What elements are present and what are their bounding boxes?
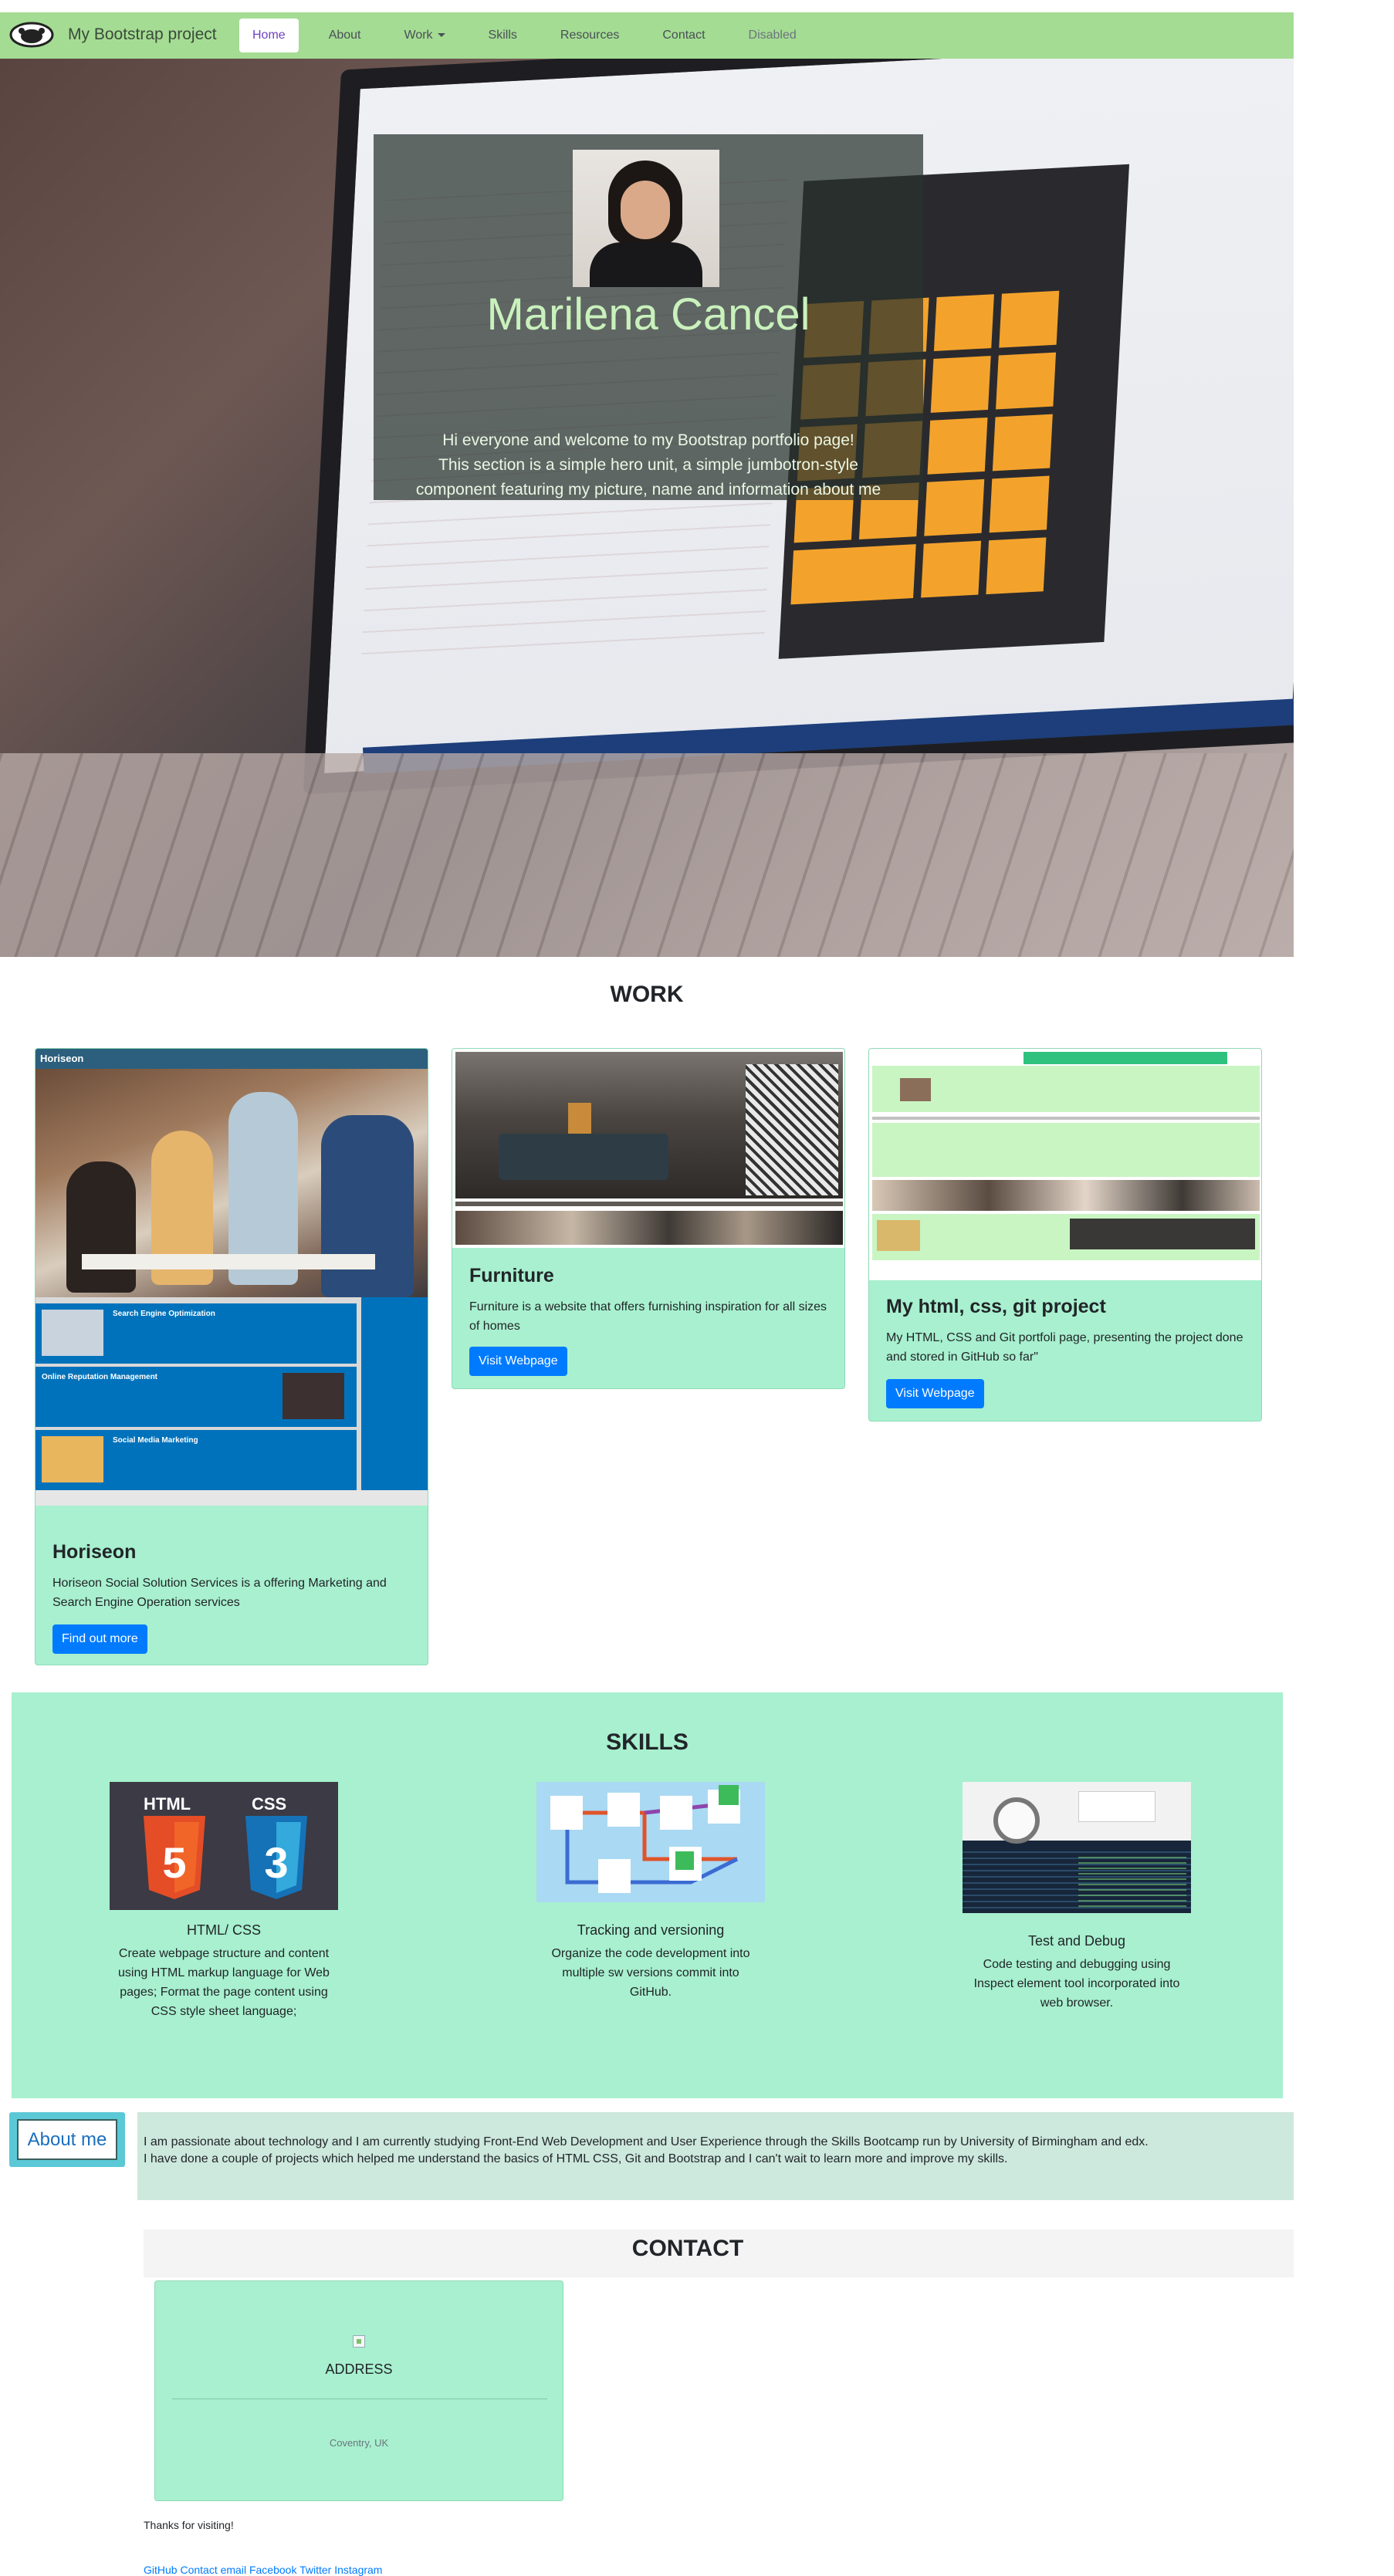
hero-background-keyboard xyxy=(0,753,1294,957)
skills-section: SKILLS HTML CSS 5 3 HTML/ CSS Create web… xyxy=(12,1692,1283,2098)
brand-link[interactable]: My Bootstrap project xyxy=(68,25,217,44)
css3-shield-icon: 3 xyxy=(245,1816,307,1899)
card-text: Furniture is a website that offers furni… xyxy=(469,1300,827,1333)
footer-link-facebook[interactable]: Facebook xyxy=(249,2564,296,2576)
nav-disabled: Disabled xyxy=(748,29,797,42)
debug-screenshot-image xyxy=(963,1782,1191,1913)
skills-heading: SKILLS xyxy=(606,1729,689,1755)
css-logo-label: CSS xyxy=(252,1794,287,1814)
hero-intro-line: This section is a simple hero unit, a si… xyxy=(438,456,858,474)
card-title: Furniture xyxy=(469,1265,554,1286)
footer-links: GitHub Contact email Facebook Twitter In… xyxy=(144,2564,382,2576)
footer-link-twitter[interactable]: Twitter xyxy=(299,2564,331,2576)
work-card-portfolio: My html, css, git project My HTML, CSS a… xyxy=(868,1048,1262,1422)
horiseon-preview-block-title: Search Engine Optimization xyxy=(113,1310,215,1318)
html-logo-label: HTML xyxy=(144,1794,191,1814)
address-card: ADDRESS Coventry, UK xyxy=(154,2280,563,2501)
visit-webpage-button[interactable]: Visit Webpage xyxy=(469,1347,567,1376)
broken-image-icon xyxy=(353,2335,365,2348)
skill-title: Tracking and versioning xyxy=(577,1922,725,1938)
footer-link-email[interactable]: email xyxy=(221,2564,246,2576)
profile-photo xyxy=(573,150,719,287)
html5-shield-icon: 5 xyxy=(144,1816,205,1899)
hero-intro: Hi everyone and welcome to my Bootstrap … xyxy=(374,428,923,502)
about-text: I am passionate about technology and I a… xyxy=(144,2134,1286,2168)
footer-link-instagram[interactable]: Instagram xyxy=(334,2564,382,2576)
horiseon-preview-header: Horiseon xyxy=(36,1049,428,1069)
about-text-line: I am passionate about technology and I a… xyxy=(144,2135,1149,2148)
hero-section: Marilena Cancel Hi everyone and welcome … xyxy=(0,59,1294,957)
hero-intro-line: component featuring my picture, name and… xyxy=(415,481,881,499)
find-out-more-button[interactable]: Find out more xyxy=(52,1624,147,1654)
address-title: ADDRESS xyxy=(325,2361,393,2377)
nav-work-dropdown[interactable]: Work xyxy=(391,19,458,52)
horiseon-preview-body: Search Engine Optimization Online Reputa… xyxy=(36,1297,428,1490)
work-card-horiseon: Horiseon Search Engine Optimization Onli… xyxy=(35,1048,428,1665)
html-css-logo-image: HTML CSS 5 3 xyxy=(110,1782,338,1910)
contact-heading-bar: CONTACT xyxy=(144,2229,1294,2277)
svg-text:5: 5 xyxy=(162,1838,186,1887)
work-card-furniture: Furniture Furniture is a website that of… xyxy=(452,1048,845,1389)
versioning-diagram-image xyxy=(536,1782,765,1902)
visit-webpage-button[interactable]: Visit Webpage xyxy=(886,1379,984,1408)
nav-work-label: Work xyxy=(404,29,433,42)
card-text: Horiseon Social Solution Services is a o… xyxy=(52,1577,387,1609)
hero-intro-line: Hi everyone and welcome to my Bootstrap … xyxy=(442,431,854,449)
skill-text: Organize the code development into multi… xyxy=(551,1947,750,1999)
hero-name: Marilena Cancel xyxy=(486,289,810,340)
about-me-button-frame: About me xyxy=(9,2112,125,2167)
card-text: My HTML, CSS and Git portfoli page, pres… xyxy=(886,1331,1243,1364)
skill-text: Code testing and debugging using Inspect… xyxy=(973,1958,1180,2010)
horiseon-preview-hero xyxy=(36,1069,428,1297)
thanks-text: Thanks for visiting! xyxy=(144,2519,234,2531)
horiseon-preview-image: Horiseon Search Engine Optimization Onli… xyxy=(36,1049,428,1520)
about-me-button[interactable]: About me xyxy=(17,2119,117,2160)
nav-home[interactable]: Home xyxy=(239,19,299,52)
furniture-preview-image xyxy=(452,1049,844,1248)
card-title: My html, css, git project xyxy=(886,1296,1106,1317)
address-value: Coventry, UK xyxy=(329,2437,389,2449)
horiseon-preview-block-title: Online Reputation Management xyxy=(42,1373,158,1381)
nav-menu: Home About Work Skills Resources Contact… xyxy=(239,19,827,52)
svg-text:3: 3 xyxy=(264,1838,288,1887)
about-text-box: I am passionate about technology and I a… xyxy=(137,2112,1294,2200)
nav-about[interactable]: About xyxy=(316,19,374,52)
navbar: My Bootstrap project Home About Work Ski… xyxy=(0,12,1294,59)
portfolio-preview-image xyxy=(869,1049,1261,1280)
work-heading: WORK xyxy=(610,982,684,1007)
skill-text: Create webpage structure and content usi… xyxy=(118,1947,330,2018)
contact-heading: CONTACT xyxy=(631,2236,744,2261)
skill-title: Test and Debug xyxy=(1027,1933,1126,1949)
footer-link-github[interactable]: GitHub xyxy=(144,2564,178,2576)
nav-skills[interactable]: Skills xyxy=(475,19,530,52)
horiseon-preview-block-title: Social Media Marketing xyxy=(113,1436,198,1445)
skill-title: HTML/ CSS xyxy=(186,1922,261,1938)
footer-link-contact[interactable]: Contact xyxy=(180,2564,217,2576)
brand-logo-icon[interactable] xyxy=(9,20,54,49)
card-title: Horiseon xyxy=(52,1541,137,1563)
nav-resources[interactable]: Resources xyxy=(547,19,632,52)
nav-contact[interactable]: Contact xyxy=(649,19,718,52)
caret-down-icon xyxy=(437,33,445,38)
about-text-line: I have done a couple of projects which h… xyxy=(144,2152,1008,2165)
